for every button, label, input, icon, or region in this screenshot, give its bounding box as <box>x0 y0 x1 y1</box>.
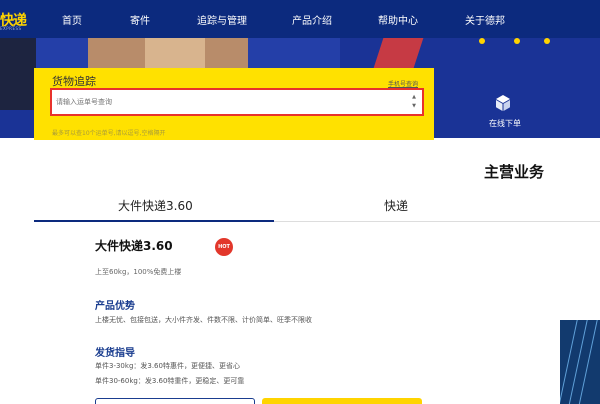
carousel-dot[interactable] <box>514 38 520 44</box>
package-icon <box>496 95 510 111</box>
tracking-number-input[interactable] <box>56 93 402 111</box>
logo-subtext: EXPRESS <box>0 26 22 31</box>
nav-item-about[interactable]: 关于德邦 <box>465 12 505 27</box>
order-now-button[interactable] <box>262 398 422 404</box>
decorative-line <box>568 320 589 404</box>
service-subtitle: 上至60kg，100%免费上楼 <box>95 268 182 276</box>
top-navigation: 快递 EXPRESS 首页 寄件 追踪与管理 产品介绍 帮助中心 关于德邦 <box>0 0 600 38</box>
shipping-guide-line: 单件30-60kg：发3.60特重件，更稳定、更可靠 <box>95 377 245 385</box>
tracking-panel: 货物追踪 手机号查询 ▲ ▼ 最多可以查10个运单号,请以逗号,空格隔开 <box>34 68 434 140</box>
business-tabs: 大件快递3.60 快递 <box>34 190 600 222</box>
shipping-guide-title: 发货指导 <box>95 348 135 359</box>
carousel-dot[interactable] <box>544 38 550 44</box>
advantages-text: 上楼无忧、包接包送，大小件齐发、件数不限、计价简单、旺季不限收 <box>95 316 312 324</box>
tracking-title: 货物追踪 <box>52 75 96 88</box>
details-button[interactable] <box>95 398 255 404</box>
service-title: 大件快递3.60 <box>95 239 173 253</box>
nav-item-products[interactable]: 产品介绍 <box>292 12 332 27</box>
nav-item-tracking[interactable]: 追踪与管理 <box>197 12 247 27</box>
tracking-input-wrapper: ▲ ▼ <box>50 88 424 116</box>
nav-item-help[interactable]: 帮助中心 <box>378 12 418 27</box>
spin-down-icon[interactable]: ▼ <box>412 103 416 109</box>
online-order-label: 在线下单 <box>489 119 521 128</box>
decorative-building-image <box>560 320 600 404</box>
tab-express[interactable]: 快递 <box>384 197 408 214</box>
section-title: 主营业务 <box>484 163 545 181</box>
nav-item-home[interactable]: 首页 <box>62 12 82 27</box>
hot-badge: HOT <box>215 238 233 256</box>
banner-shadow <box>0 38 36 110</box>
tracking-hint: 最多可以查10个运单号,请以逗号,空格隔开 <box>52 130 166 137</box>
decorative-line <box>560 320 579 404</box>
spin-up-icon[interactable]: ▲ <box>412 94 416 100</box>
logo[interactable]: 快递 EXPRESS <box>0 6 44 32</box>
tab-large-express[interactable]: 大件快递3.60 <box>118 197 193 214</box>
advantages-title: 产品优势 <box>95 301 135 312</box>
shipping-guide-line: 单件3-30kg：发3.60特惠件，更便捷、更省心 <box>95 362 240 370</box>
decorative-line <box>578 320 599 404</box>
carousel-dot[interactable] <box>479 38 485 44</box>
phone-query-link[interactable]: 手机号查询 <box>388 79 418 88</box>
tab-active-indicator <box>34 220 274 222</box>
online-order-button[interactable]: 在线下单 <box>470 90 540 135</box>
banner-figure-detail <box>145 38 205 68</box>
nav-item-send[interactable]: 寄件 <box>130 12 150 27</box>
